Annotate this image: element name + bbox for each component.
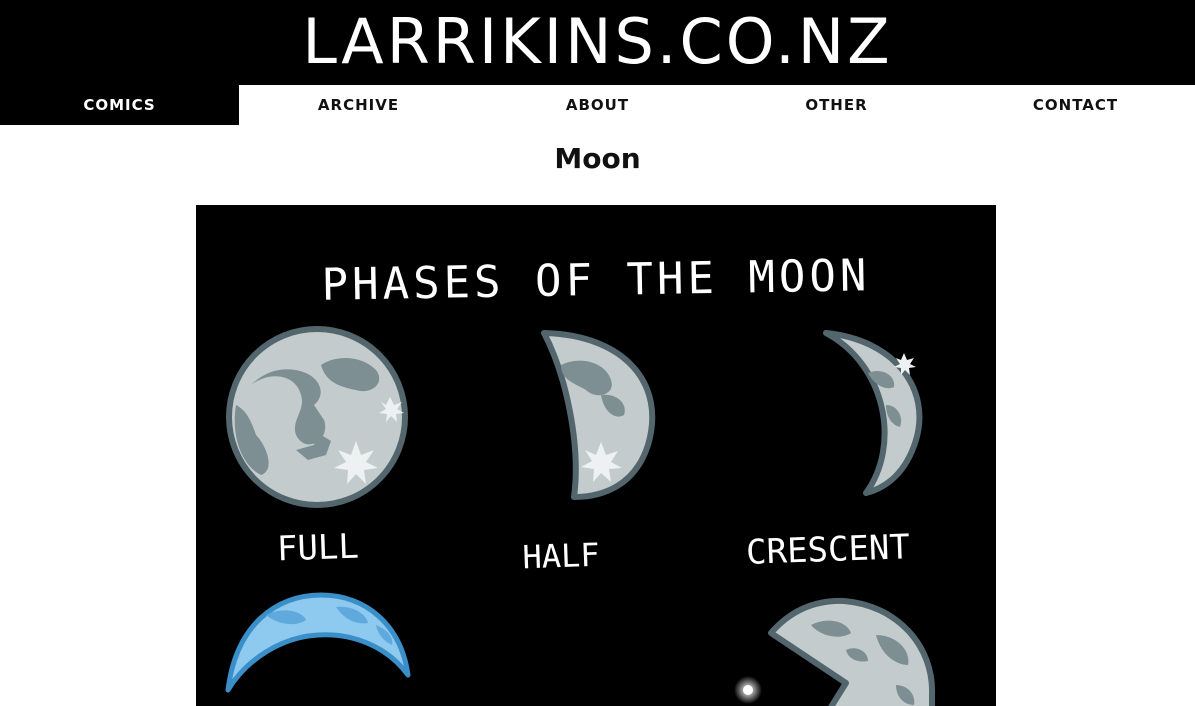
main-nav: COMICS ARCHIVE ABOUT OTHER CONTACT xyxy=(0,85,1195,125)
eating-moon-icon xyxy=(734,597,936,706)
crescent-moon-icon xyxy=(823,330,923,496)
comic-image: PHASES OF THE MOON FULL HALF CRESCENT xyxy=(196,205,996,706)
full-moon-icon xyxy=(226,326,408,508)
site-logo[interactable]: LARRIKINS.CO.NZ xyxy=(0,0,1195,85)
half-moon-icon xyxy=(541,330,656,500)
label-crescent: CRESCENT xyxy=(745,527,910,573)
comic-heading: PHASES OF THE MOON xyxy=(321,250,871,311)
blue-moon-icon xyxy=(225,592,411,693)
nav-item-comics[interactable]: COMICS xyxy=(0,85,239,125)
label-full: FULL xyxy=(276,527,359,570)
nav-item-archive[interactable]: ARCHIVE xyxy=(239,85,478,125)
nav-item-about[interactable]: ABOUT xyxy=(478,85,717,125)
nav-item-other[interactable]: OTHER xyxy=(717,85,956,125)
nav-item-contact[interactable]: CONTACT xyxy=(956,85,1195,125)
comic-drawing: PHASES OF THE MOON FULL HALF CRESCENT xyxy=(225,250,936,706)
label-half: HALF xyxy=(522,536,600,577)
page-title: Moon xyxy=(554,142,641,175)
site-header: LARRIKINS.CO.NZ xyxy=(0,0,1195,85)
